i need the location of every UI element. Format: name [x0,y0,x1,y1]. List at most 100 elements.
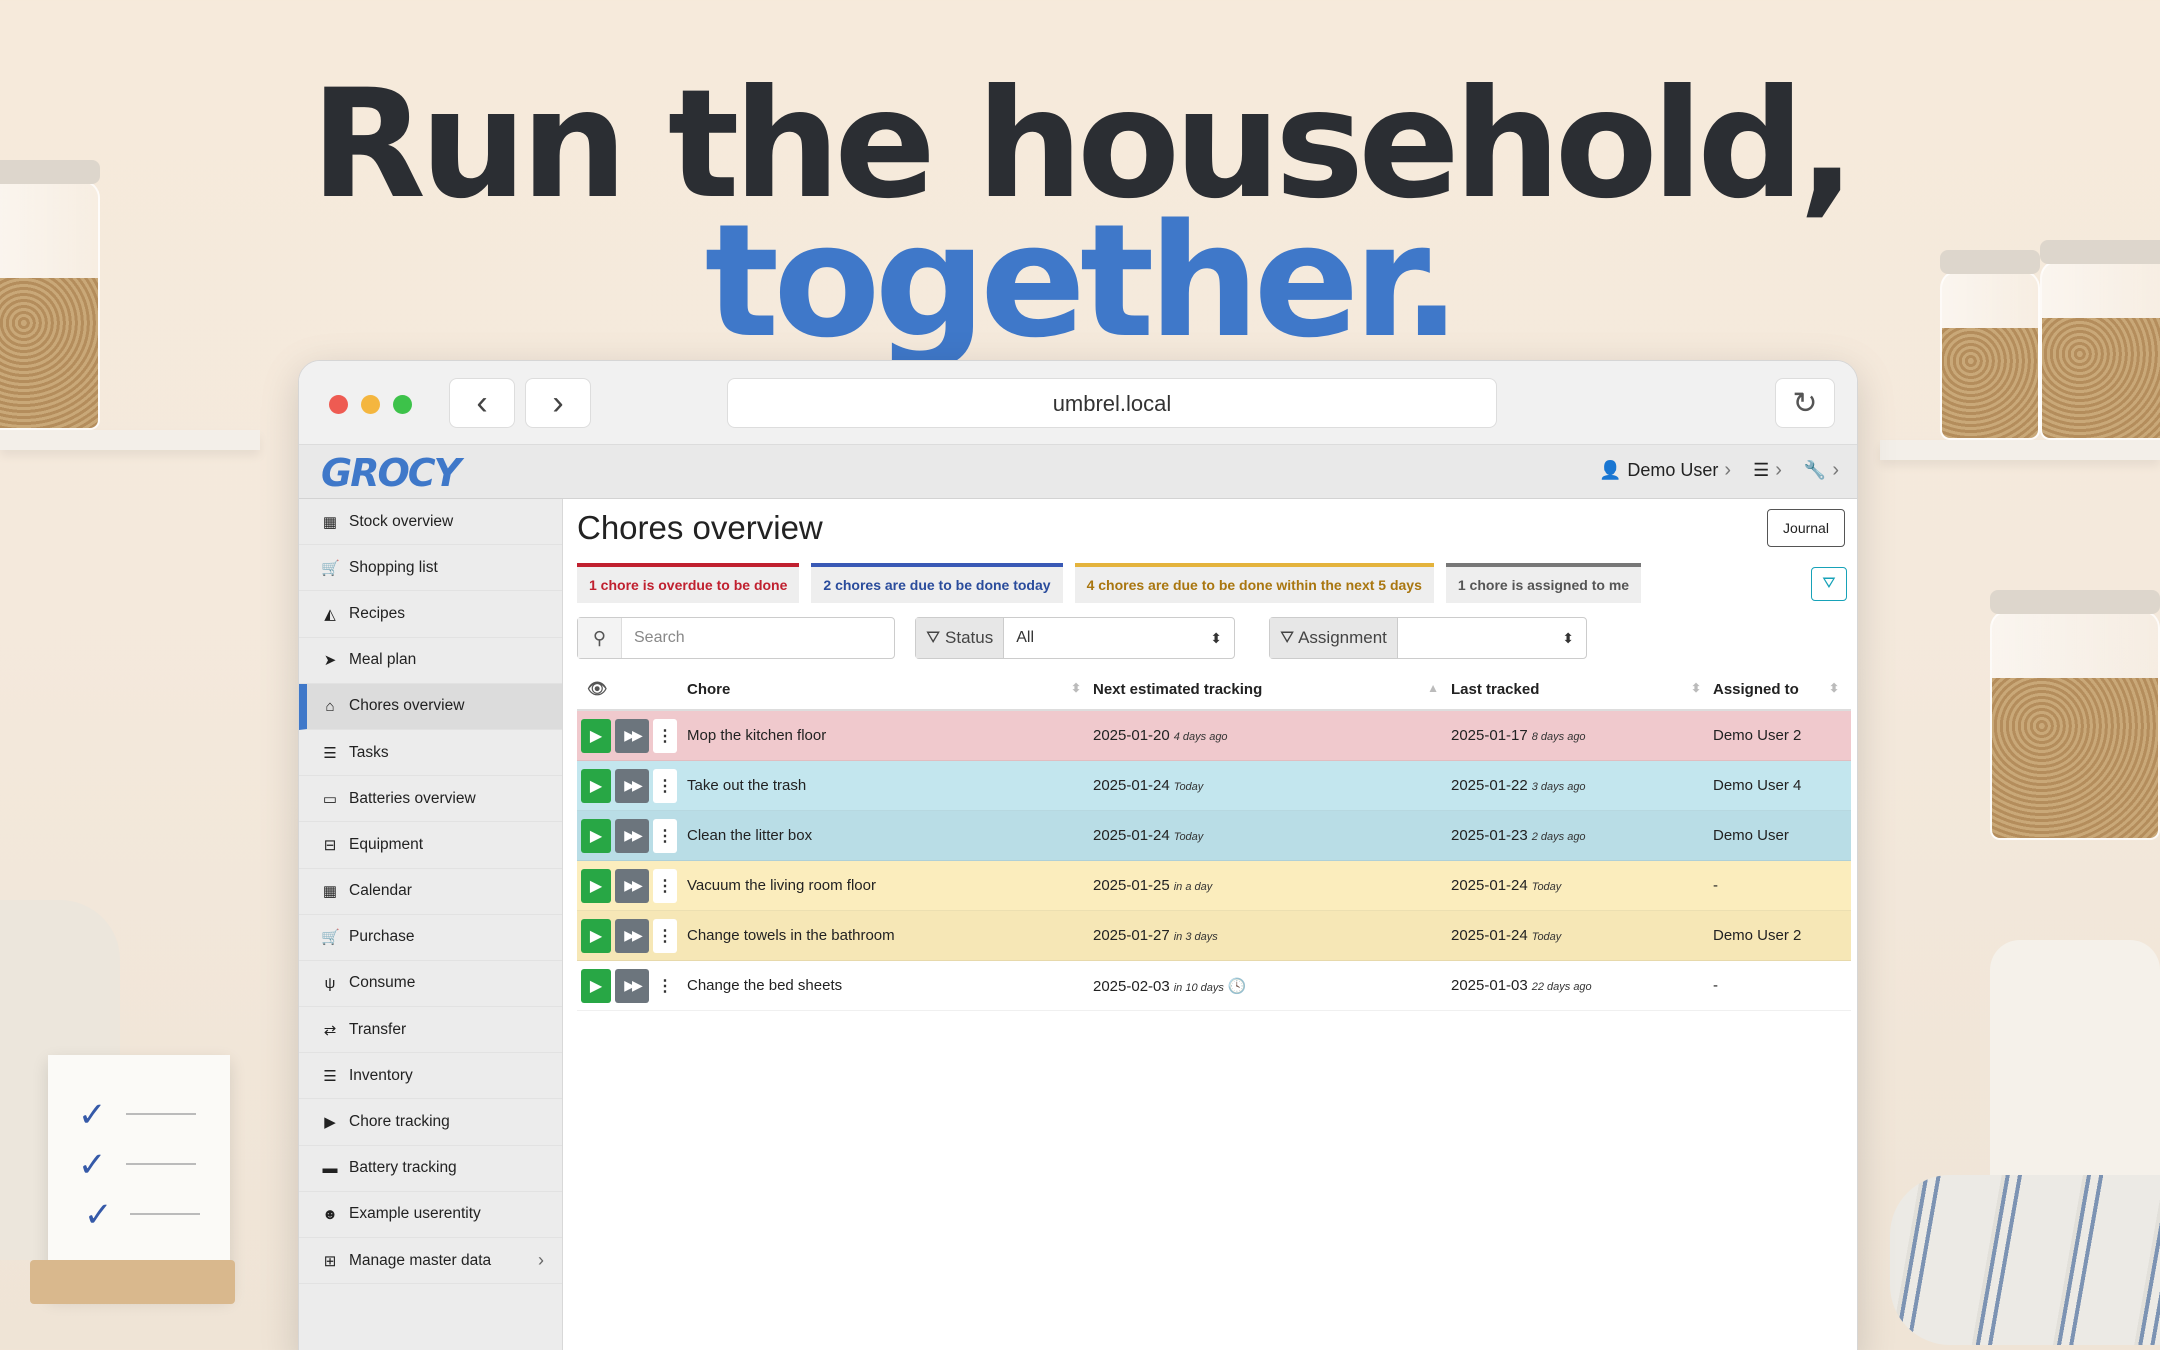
car-battery-icon: ▬ [322,1159,338,1177]
status-badges: 1 chore is overdue to be done 2 chores ar… [577,563,1642,603]
sort-icon: ⬍ [1690,680,1701,695]
chore-name[interactable]: Take out the trash [681,777,1093,794]
row-menu-button[interactable]: ⋮ [653,768,677,803]
chore-name[interactable]: Change the bed sheets [681,977,1093,994]
assignment-select[interactable] [1398,618,1586,658]
settings-menu[interactable]: ☰ › [1753,459,1782,482]
track-chore-button[interactable]: ▶ [581,768,611,803]
column-header-chore[interactable]: Chore ⬍ [681,681,1093,698]
sidebar-item-label: Consume [349,974,416,992]
sidebar-item-purchase[interactable]: 🛒 Purchase [299,915,562,961]
sidebar-item-calendar[interactable]: ▦ Calendar [299,869,562,915]
row-menu-button[interactable]: ⋮ [653,818,677,853]
column-header-assigned[interactable]: Assigned to ⬍ [1713,681,1851,698]
sidebar-item-label: Recipes [349,604,405,622]
skip-chore-button[interactable]: ▶▶ [615,968,649,1003]
status-badge[interactable]: 2 chores are due to be done today [811,563,1063,603]
address-bar[interactable]: umbrel.local [727,378,1497,428]
status-badge[interactable]: 4 chores are due to be done within the n… [1074,563,1434,603]
skip-chore-button[interactable]: ▶▶ [615,768,649,803]
skip-chore-button[interactable]: ▶▶ [615,718,649,753]
track-chore-button[interactable]: ▶ [581,718,611,753]
last-tracked: 2025-01-24 Today [1451,927,1713,944]
sidebar-item-batteries-overview[interactable]: ▭ Batteries overview [299,776,562,823]
track-chore-button[interactable]: ▶ [581,968,611,1003]
close-window-dot[interactable] [329,395,348,414]
row-menu-button[interactable]: ⋮ [653,968,677,1003]
column-header-next[interactable]: Next estimated tracking ▲ [1093,681,1451,698]
play-icon: ▶ [324,1114,336,1132]
sidebar-item-label: Transfer [349,1020,407,1038]
last-date: 2025-01-22 [1451,777,1528,794]
next-tracking: 2025-02-03 in 10 days 🕓 [1093,977,1451,995]
row-actions: ▶ ▶▶ ⋮ [577,768,681,803]
chore-name[interactable]: Change towels in the bathroom [681,927,1093,944]
status-badge[interactable]: 1 chore is overdue to be done [577,563,800,603]
last-date: 2025-01-24 [1451,877,1528,894]
kebab-menu-icon: ⋮ [657,877,673,895]
sidebar-item-chore-tracking[interactable]: ▶ Chore tracking [299,1099,562,1146]
sidebar-item-label: Battery tracking [349,1159,457,1177]
reload-button[interactable]: ↻ [1775,378,1835,428]
manage-menu[interactable]: 🔧 › [1804,459,1839,482]
row-menu-button[interactable]: ⋮ [653,918,677,953]
track-chore-button[interactable]: ▶ [581,918,611,953]
user-menu[interactable]: 👤 Demo User › [1599,459,1731,482]
skip-chore-button[interactable]: ▶▶ [615,868,649,903]
sidebar-item-meal-plan[interactable]: ➤ Meal plan [299,638,562,684]
maximize-window-dot[interactable] [393,395,412,414]
status-badge[interactable]: 1 chore is assigned to me [1445,563,1642,603]
sidebar-item-transfer[interactable]: ⇄ Transfer [299,1007,562,1054]
table-row: ▶ ▶▶ ⋮ Mop the kitchen floor 2025-01-20 4 day… [577,711,1851,761]
fast-forward-icon: ▶▶ [624,827,642,843]
sidebar-item-tasks[interactable]: ☰ Tasks [299,730,562,777]
row-menu-button[interactable]: ⋮ [653,868,677,903]
last-relative: Today [1531,881,1562,893]
chore-name[interactable]: Mop the kitchen floor [681,727,1093,744]
skip-chore-button[interactable]: ▶▶ [615,918,649,953]
skip-chore-button[interactable]: ▶▶ [615,818,649,853]
search-input[interactable]: Search [622,618,685,658]
clear-filter-button[interactable]: ⛛ [1811,567,1847,601]
forward-button[interactable]: › [525,378,591,428]
chore-name[interactable]: Clean the litter box [681,827,1093,844]
sidebar-item-stock-overview[interactable]: ▦ Stock overview [299,499,562,546]
sidebar-item-example-userentity[interactable]: ☻ Example userentity [299,1192,562,1238]
sidebar-item-label: Example userentity [349,1205,481,1223]
next-relative: Today [1173,831,1204,843]
status-select[interactable]: All [1004,618,1234,658]
cart-icon: 🛒 [321,559,340,577]
sidebar-item-battery-tracking[interactable]: ▬ Battery tracking [299,1146,562,1192]
sidebar-item-chores-overview[interactable]: ⌂ Chores overview [299,683,562,730]
assigned-to: Demo User 2 [1713,727,1802,744]
track-chore-button[interactable]: ▶ [581,818,611,853]
next-relative: Today [1173,781,1204,793]
column-visibility-toggle[interactable]: 👁 [577,679,681,699]
column-header-last[interactable]: Last tracked ⬍ [1451,681,1713,698]
track-chore-button[interactable]: ▶ [581,868,611,903]
next-date: 2025-02-03 [1093,977,1170,995]
sidebar-item-shopping-list[interactable]: 🛒 Shopping list [299,545,562,592]
sidebar-item-label: Tasks [349,743,389,761]
grocy-logo[interactable]: GROCY [321,451,461,495]
back-button[interactable]: ‹ [449,378,515,428]
play-icon: ▶ [589,877,603,895]
sort-icon: ⬍ [1070,680,1081,695]
fast-forward-icon: ▶▶ [624,877,642,893]
sort-icon: ⬍ [1828,680,1839,695]
sidebar-item-equipment[interactable]: ⊟ Equipment [299,822,562,869]
chevron-right-icon: › [538,1250,544,1271]
calendar-icon: ▦ [322,883,338,901]
row-actions: ▶ ▶▶ ⋮ [577,868,681,903]
sidebar-item-manage-master-data[interactable]: ⊞ Manage master data › [299,1238,562,1285]
assigned-to: - [1713,977,1718,994]
play-icon: ▶ [589,827,603,845]
sidebar-item-consume[interactable]: ψ Consume [299,961,562,1008]
sidebar-item-inventory[interactable]: ☰ Inventory [299,1053,562,1100]
row-menu-button[interactable]: ⋮ [653,718,677,753]
row-actions: ▶ ▶▶ ⋮ [577,718,681,753]
sidebar-item-recipes[interactable]: ◭ Recipes [299,591,562,638]
chore-name[interactable]: Vacuum the living room floor [681,877,1093,894]
journal-button[interactable]: Journal [1767,509,1845,547]
minimize-window-dot[interactable] [361,395,380,414]
